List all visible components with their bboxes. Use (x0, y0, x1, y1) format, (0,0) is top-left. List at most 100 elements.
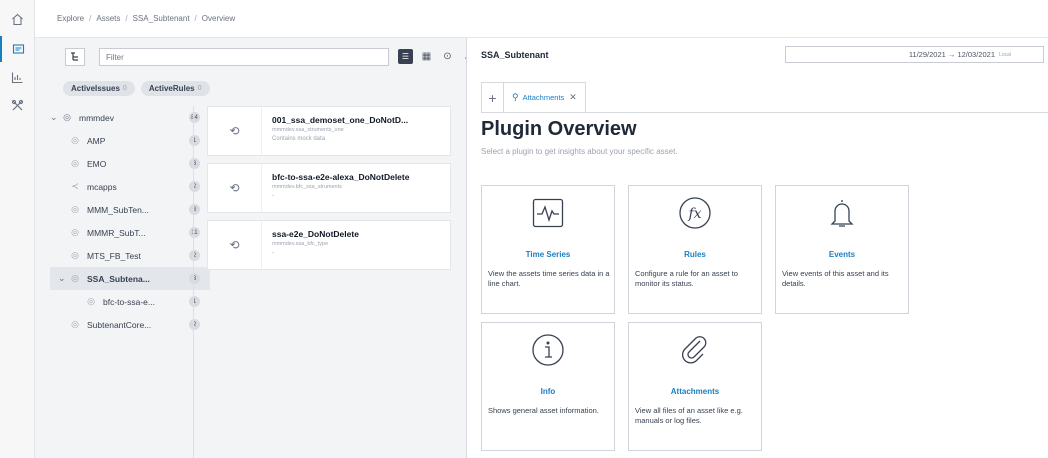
asset-detail-panel: SSA_Subtenant 11/29/2021 → 12/03/2021 Lo… (467, 38, 1048, 458)
tree-node[interactable]: ◎ MMMR_SubT... 11 (50, 221, 210, 244)
tree-node-label: MMM_SubTen... (87, 204, 149, 215)
asset-icon: ◎ (71, 319, 79, 329)
bell-icon (825, 196, 859, 230)
breadcrumb-assets[interactable]: Assets (96, 14, 120, 23)
tree-node[interactable]: ◎ EMO 3 (50, 152, 210, 175)
asset-description: - (272, 250, 274, 256)
count-badge: 2 (189, 181, 200, 192)
tab-divider (481, 112, 1048, 113)
chip-active-issues[interactable]: ActiveIssues 0 (63, 81, 135, 96)
plugin-description: Configure a rule for an asset to monitor… (635, 269, 738, 288)
tree-node[interactable]: ◎ bfc-to-ssa-e... 1 (50, 290, 210, 313)
breadcrumb-current: Overview (201, 14, 236, 23)
close-icon[interactable]: ✕ (569, 92, 577, 103)
plugin-description: Shows general asset information. (488, 406, 599, 415)
plugin-card-info[interactable]: Info Shows general asset information. (481, 322, 615, 451)
date-range-picker[interactable]: 11/29/2021 → 12/03/2021 Local (785, 46, 1044, 63)
tree-node-label: mmmdev (79, 112, 114, 123)
asset-card[interactable]: ⟲ 001_ssa_demoset_one_DoNotD... mmmdev.s… (207, 106, 451, 156)
filter-input[interactable] (99, 48, 389, 66)
asset-list: ⟲ 001_ssa_demoset_one_DoNotD... mmmdev.s… (207, 106, 451, 277)
tree-node-label: bfc-to-ssa-e... (103, 296, 155, 307)
asset-title: SSA_Subtenant (481, 50, 549, 60)
plugin-title: Rules (684, 250, 706, 259)
chevron-down-icon[interactable]: ⌄ (50, 112, 60, 123)
plugin-card-rules[interactable]: fx Rules Configure a rule for an asset t… (628, 185, 762, 314)
tree-node-label: EMO (87, 158, 107, 169)
tree-node-root[interactable]: ⌄ ◎ mmmdev 84 (50, 106, 210, 129)
plugin-card-attachments[interactable]: Attachments View all files of an asset l… (628, 322, 762, 451)
filter-chips: ActiveIssues 0 ActiveRules 0 (63, 81, 210, 96)
asset-icon: ◎ (71, 204, 79, 214)
plugin-title: Events (828, 250, 856, 259)
add-tab-button[interactable]: + (482, 83, 504, 112)
paperclip-icon (678, 333, 712, 367)
asset-icon: ◎ (71, 135, 79, 145)
timezone-tag: Local (999, 51, 1011, 58)
count-badge: 2 (189, 250, 200, 261)
tree-node-label: MTS_FB_Test (87, 250, 141, 261)
tree-node[interactable]: ◎ MMM_SubTen... 3 (50, 198, 210, 221)
tree-node-label: mcapps (87, 181, 117, 192)
plugin-description: View events of this asset and its detail… (782, 269, 889, 288)
tab-attachments[interactable]: ⚲ Attachments ✕ (504, 83, 585, 112)
breadcrumb-explore[interactable]: Explore (57, 14, 84, 23)
tree-node-selected[interactable]: ⌄ ◎ SSA_Subtena... 3 (50, 267, 210, 290)
asset-type-icon: ⟲ (208, 107, 262, 155)
asset-icon: ◎ (71, 227, 79, 237)
tree-node-label: SSA_Subtena... (87, 273, 150, 284)
hierarchy-toggle-button[interactable] (65, 48, 85, 66)
count-badge: 3 (189, 273, 200, 284)
asset-description: - (272, 193, 274, 199)
plugin-description: View the assets time series data in a li… (488, 269, 610, 288)
map-pin-icon[interactable]: ⊙ (440, 49, 455, 64)
grid-view-icon[interactable]: ▦ (419, 49, 434, 64)
page-title: Plugin Overview (481, 118, 637, 140)
tree-node-label: MMMR_SubT... (87, 227, 146, 238)
breadcrumb: Explore / Assets / SSA_Subtenant / Overv… (35, 0, 1048, 38)
svg-text:fx: fx (687, 206, 701, 222)
asset-icon: ◎ (87, 296, 95, 306)
info-icon (531, 333, 565, 367)
count-badge: 1 (189, 296, 200, 307)
asset-path: mmmdev.ssa_struments_one (272, 127, 344, 133)
count-badge: 3 (189, 158, 200, 169)
tree-node[interactable]: ≺ mcapps 2 (50, 175, 210, 198)
breadcrumb-separator: / (125, 14, 128, 23)
asset-path: mmmdev.bfc_ssa_struments (272, 184, 342, 190)
paperclip-icon: ⚲ (512, 92, 519, 102)
breadcrumb-asset[interactable]: SSA_Subtenant (133, 14, 190, 23)
plugin-card-events[interactable]: Events View events of this asset and its… (775, 185, 909, 314)
asset-panel: ☰ ▦ ⊙ ♙ ◫ ActiveIssues 0 ActiveRules 0 ⌄… (35, 38, 494, 458)
asset-card[interactable]: ⟲ bfc-to-ssa-e2e-alexa_DoNotDelete mmmde… (207, 163, 451, 213)
asset-tree: ⌄ ◎ mmmdev 84 ◎ AMP 1 ◎ EMO 3 ≺ mcapps 2… (50, 106, 210, 336)
asset-name: 001_ssa_demoset_one_DoNotD... (272, 115, 409, 125)
tree-node[interactable]: ◎ SubtenantCore... 2 (50, 313, 210, 336)
chip-label: ActiveRules (148, 84, 195, 93)
asset-icon: ◎ (71, 273, 79, 283)
nav-rail (0, 0, 35, 458)
asset-browser-icon[interactable] (0, 36, 35, 62)
asset-card[interactable]: ⟲ ssa-e2e_DoNotDelete mmmdev.ssa_bfc_typ… (207, 220, 451, 270)
tree-node[interactable]: ◎ MTS_FB_Test 2 (50, 244, 210, 267)
home-icon[interactable] (0, 6, 35, 32)
asset-type-icon: ⟲ (208, 221, 262, 269)
chip-count: 0 (197, 85, 202, 92)
chart-icon[interactable] (0, 64, 35, 90)
page-subtitle: Select a plugin to get insights about yo… (481, 147, 678, 156)
count-badge: 11 (189, 227, 200, 238)
tree-node[interactable]: ◎ AMP 1 (50, 129, 210, 152)
chip-active-rules[interactable]: ActiveRules 0 (140, 81, 210, 96)
chevron-down-icon[interactable]: ⌄ (58, 273, 68, 284)
tenant-icon: ◎ (63, 112, 71, 122)
count-badge: 1 (189, 135, 200, 146)
tools-icon[interactable] (0, 92, 35, 118)
tree-node-label: SubtenantCore... (87, 319, 152, 330)
plugin-card-time-series[interactable]: Time Series View the assets time series … (481, 185, 615, 314)
count-badge: 2 (189, 319, 200, 330)
asset-icon: ◎ (71, 158, 79, 168)
asset-name: bfc-to-ssa-e2e-alexa_DoNotDelete (272, 172, 410, 182)
list-view-icon[interactable]: ☰ (398, 49, 413, 64)
plugin-title: Info (540, 387, 556, 396)
count-badge: 84 (189, 112, 200, 123)
